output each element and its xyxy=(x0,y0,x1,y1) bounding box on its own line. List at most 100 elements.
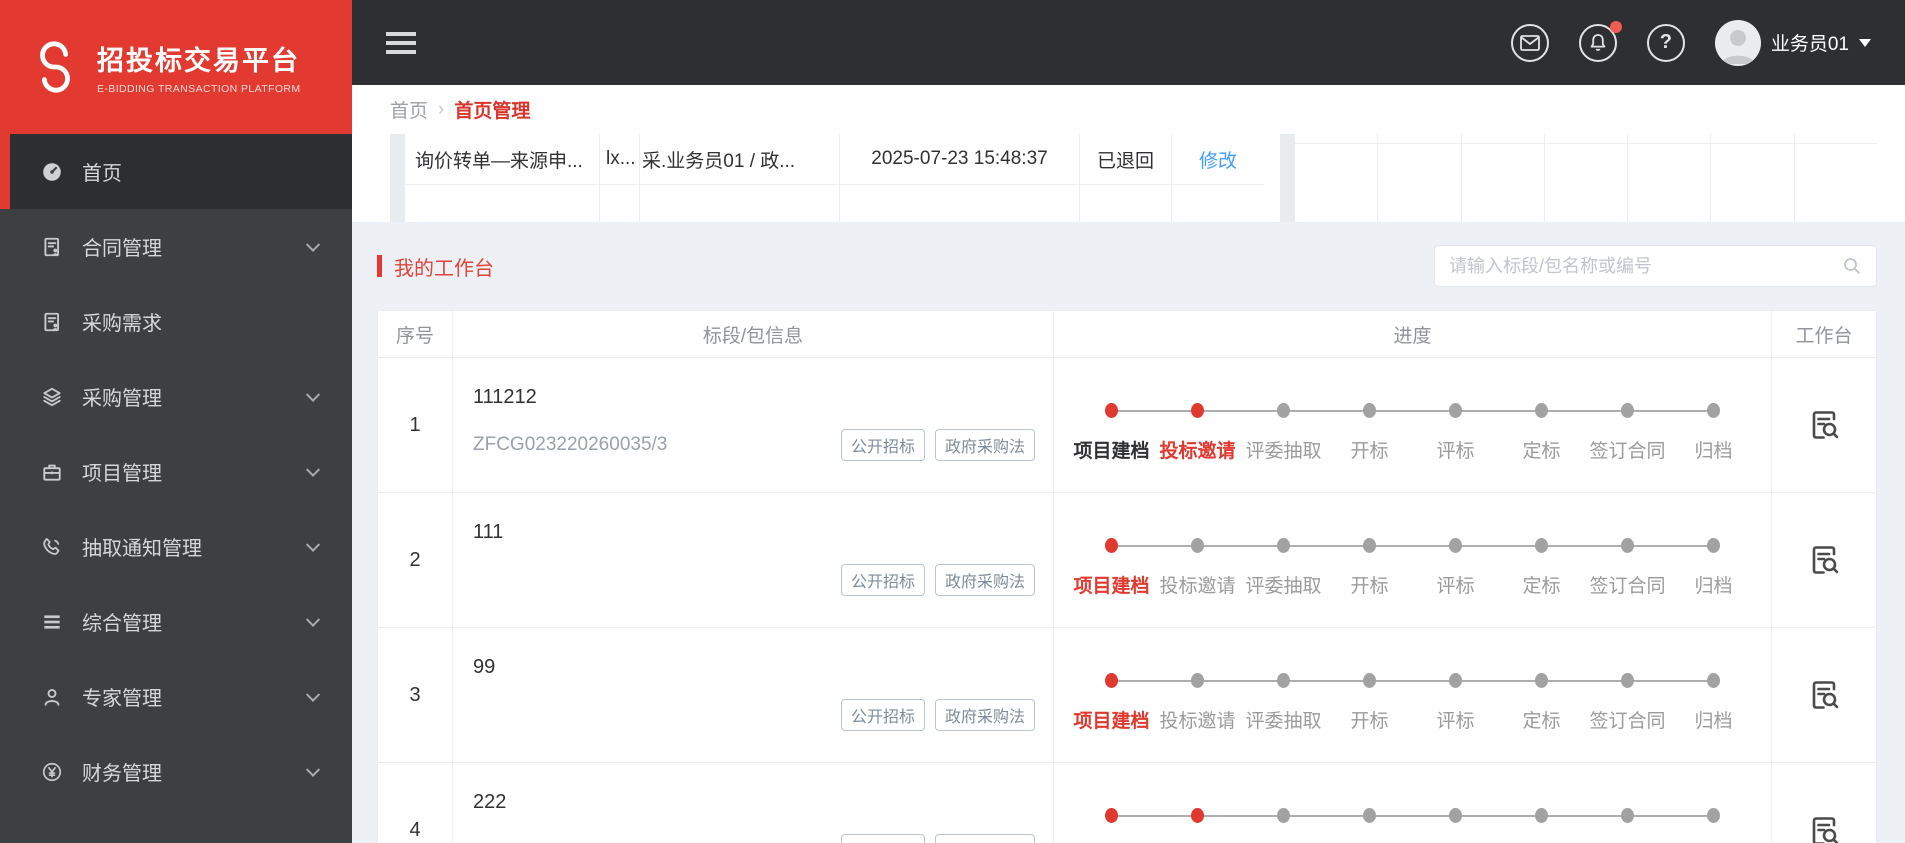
progress-step-label: 评委抽取 xyxy=(1245,711,1322,732)
progress-step-label: 投标邀请 xyxy=(1159,576,1236,597)
sidebar: 招投标交易平台 E-BIDDING TRANSACTION PLATFORM 首… xyxy=(0,0,352,843)
package-tag: 公开招标 xyxy=(840,564,925,596)
progress-steps: 项目建档投标邀请评委抽取开标评标定标签订合同归档 xyxy=(1069,808,1757,843)
package-tag: 政府采购法 xyxy=(934,564,1035,596)
help-icon[interactable]: ? xyxy=(1646,23,1685,62)
sidebar-item-home[interactable]: 首页 xyxy=(0,134,352,209)
section-marker xyxy=(377,255,382,277)
sidebar-item-notice[interactable]: 抽取通知管理 xyxy=(0,509,352,584)
workbench-button[interactable] xyxy=(1772,358,1876,492)
pending-applicant: 采.业务员01 / 政... xyxy=(640,134,840,184)
progress-step-label: 签订合同 xyxy=(1589,711,1666,732)
chevron-down-icon xyxy=(305,762,321,777)
app-root: 招投标交易平台 E-BIDDING TRANSACTION PLATFORM 首… xyxy=(0,0,1905,843)
table-row: 3 99 公开招标 政府采购法 项目建档 投标邀请 评委抽取 开标 评标 定标 签订合同 归档 xyxy=(378,628,1876,763)
workbench-button[interactable] xyxy=(1772,493,1876,627)
breadcrumb-separator: › xyxy=(438,98,445,120)
briefcase-icon xyxy=(40,460,64,484)
progress-steps: 项目建档投标邀请评委抽取开标评标定标签订合同归档 xyxy=(1069,538,1757,598)
chevron-down-icon xyxy=(305,237,321,252)
progress-step-label: 归档 xyxy=(1694,576,1733,597)
sidebar-item-finance[interactable]: 财务管理 xyxy=(0,734,352,809)
package-tag: 政府采购法 xyxy=(934,699,1035,731)
chevron-down-icon xyxy=(305,612,321,627)
sidebar-item-expert[interactable]: 专家管理 xyxy=(0,659,352,734)
empty-side-table xyxy=(1280,134,1877,222)
column-header-no: 序号 xyxy=(378,311,453,357)
progress-step-label: 评标 xyxy=(1436,711,1475,732)
sidebar-item-label: 采购管理 xyxy=(82,388,162,410)
progress-step-label: 签订合同 xyxy=(1589,441,1666,462)
notification-bell-icon[interactable] xyxy=(1578,20,1622,62)
pending-code: lx... xyxy=(600,134,640,184)
progress-dot xyxy=(1363,808,1376,823)
section-title: 我的工作台 xyxy=(394,257,494,280)
sidebar-item-project[interactable]: 项目管理 xyxy=(0,434,352,509)
table-left-gutter xyxy=(390,134,405,222)
progress-steps: 项目建档投标邀请评委抽取开标评标定标签订合同归档 xyxy=(1069,673,1757,733)
table-row: 询价转单—来源申... lx... 采.业务员01 / 政... 2025-07… xyxy=(405,134,1264,185)
breadcrumb-home[interactable]: 首页 xyxy=(390,96,428,123)
sidebar-item-demand[interactable]: 采购需求 xyxy=(0,284,352,359)
progress-dot xyxy=(1363,673,1376,688)
progress-step-label: 归档 xyxy=(1694,711,1733,732)
progress-steps: 项目建档投标邀请评委抽取开标评标定标签订合同归档 xyxy=(1069,403,1757,463)
column-header-progress: 进度 xyxy=(1054,311,1772,357)
sidebar-item-label: 合同管理 xyxy=(82,238,162,260)
package-code: ZFCG023220260035/3 xyxy=(473,434,668,455)
progress-dot xyxy=(1535,538,1548,553)
user-menu[interactable]: 业务员01 xyxy=(1714,19,1871,66)
progress-dot xyxy=(1621,673,1634,688)
worktable-body: 1 111212 ZFCG023220260035/3 公开招标 政府采购法 项目… xyxy=(378,358,1876,843)
workbench-doc-search-icon xyxy=(1812,816,1839,843)
workbench-button[interactable] xyxy=(1772,628,1876,762)
workbench-doc-search-icon xyxy=(1812,681,1839,709)
progress-step-label: 评标 xyxy=(1436,441,1475,462)
sidebar-menu: 首页 合同管理 采购需求 采购管理 项目管理 抽取通知管理 综合管理 专家管理 xyxy=(0,134,352,843)
demand-icon xyxy=(40,310,64,334)
workbench-doc-search-icon xyxy=(1812,546,1839,574)
menu-toggle-icon[interactable] xyxy=(386,31,416,54)
topbar: ? 业务员01 xyxy=(352,0,1905,85)
table-left-gutter xyxy=(1280,134,1295,222)
table-row: 2 111 公开招标 政府采购法 项目建档 投标邀请 评委抽取 开标 评标 定标 签订合同 归档 xyxy=(378,493,1876,628)
progress-step-label: 开标 xyxy=(1350,441,1389,462)
progress-dot xyxy=(1191,673,1204,688)
package-tag: 政府采购法 xyxy=(934,429,1035,461)
sidebar-item-general[interactable]: 综合管理 xyxy=(0,584,352,659)
package-title: 222 xyxy=(473,791,507,813)
brand-subtitle: E-BIDDING TRANSACTION PLATFORM xyxy=(97,83,301,95)
progress-step-label: 项目建档 xyxy=(1073,711,1150,732)
progress-step-label: 开标 xyxy=(1350,576,1389,597)
sidebar-item-label: 专家管理 xyxy=(82,688,162,710)
sidebar-item-label: 综合管理 xyxy=(82,613,162,635)
workbench-button[interactable] xyxy=(1772,763,1876,843)
progress-dot xyxy=(1535,673,1548,688)
caret-down-icon xyxy=(1859,38,1871,47)
sidebar-item-purchase[interactable]: 采购管理 xyxy=(0,359,352,434)
column-header-info: 标段/包信息 xyxy=(453,311,1054,357)
sidebar-item-label: 抽取通知管理 xyxy=(82,538,202,560)
mail-icon[interactable] xyxy=(1510,23,1549,62)
search-input[interactable] xyxy=(1449,255,1842,277)
table-row xyxy=(405,185,1264,222)
progress-dot xyxy=(1191,538,1204,553)
row-number: 4 xyxy=(378,763,453,843)
progress-dot xyxy=(1621,538,1634,553)
contract-icon xyxy=(40,235,64,259)
breadcrumb: 首页 › 首页管理 xyxy=(377,85,1905,134)
package-tags: 公开招标政府采购法 xyxy=(840,699,1035,731)
sidebar-item-contract[interactable]: 合同管理 xyxy=(0,209,352,284)
progress-step-label: 投标邀请 xyxy=(1159,441,1236,462)
progress-step-label: 定标 xyxy=(1522,441,1561,462)
search-icon[interactable] xyxy=(1842,256,1862,276)
package-tags: 公开招标政府采购法 xyxy=(840,834,1035,843)
brand-logo[interactable]: 招投标交易平台 E-BIDDING TRANSACTION PLATFORM xyxy=(0,0,352,134)
progress-dot xyxy=(1105,538,1118,553)
content-area: 首页 › 首页管理 询价转单—来源申... lx... 采.业务员01 / 政.… xyxy=(352,85,1905,843)
pending-edit-link[interactable]: 修改 xyxy=(1172,134,1264,184)
progress-dot xyxy=(1535,808,1548,823)
list-icon xyxy=(40,610,64,634)
progress-step-label: 投标邀请 xyxy=(1159,711,1236,732)
chevron-down-icon xyxy=(305,462,321,477)
